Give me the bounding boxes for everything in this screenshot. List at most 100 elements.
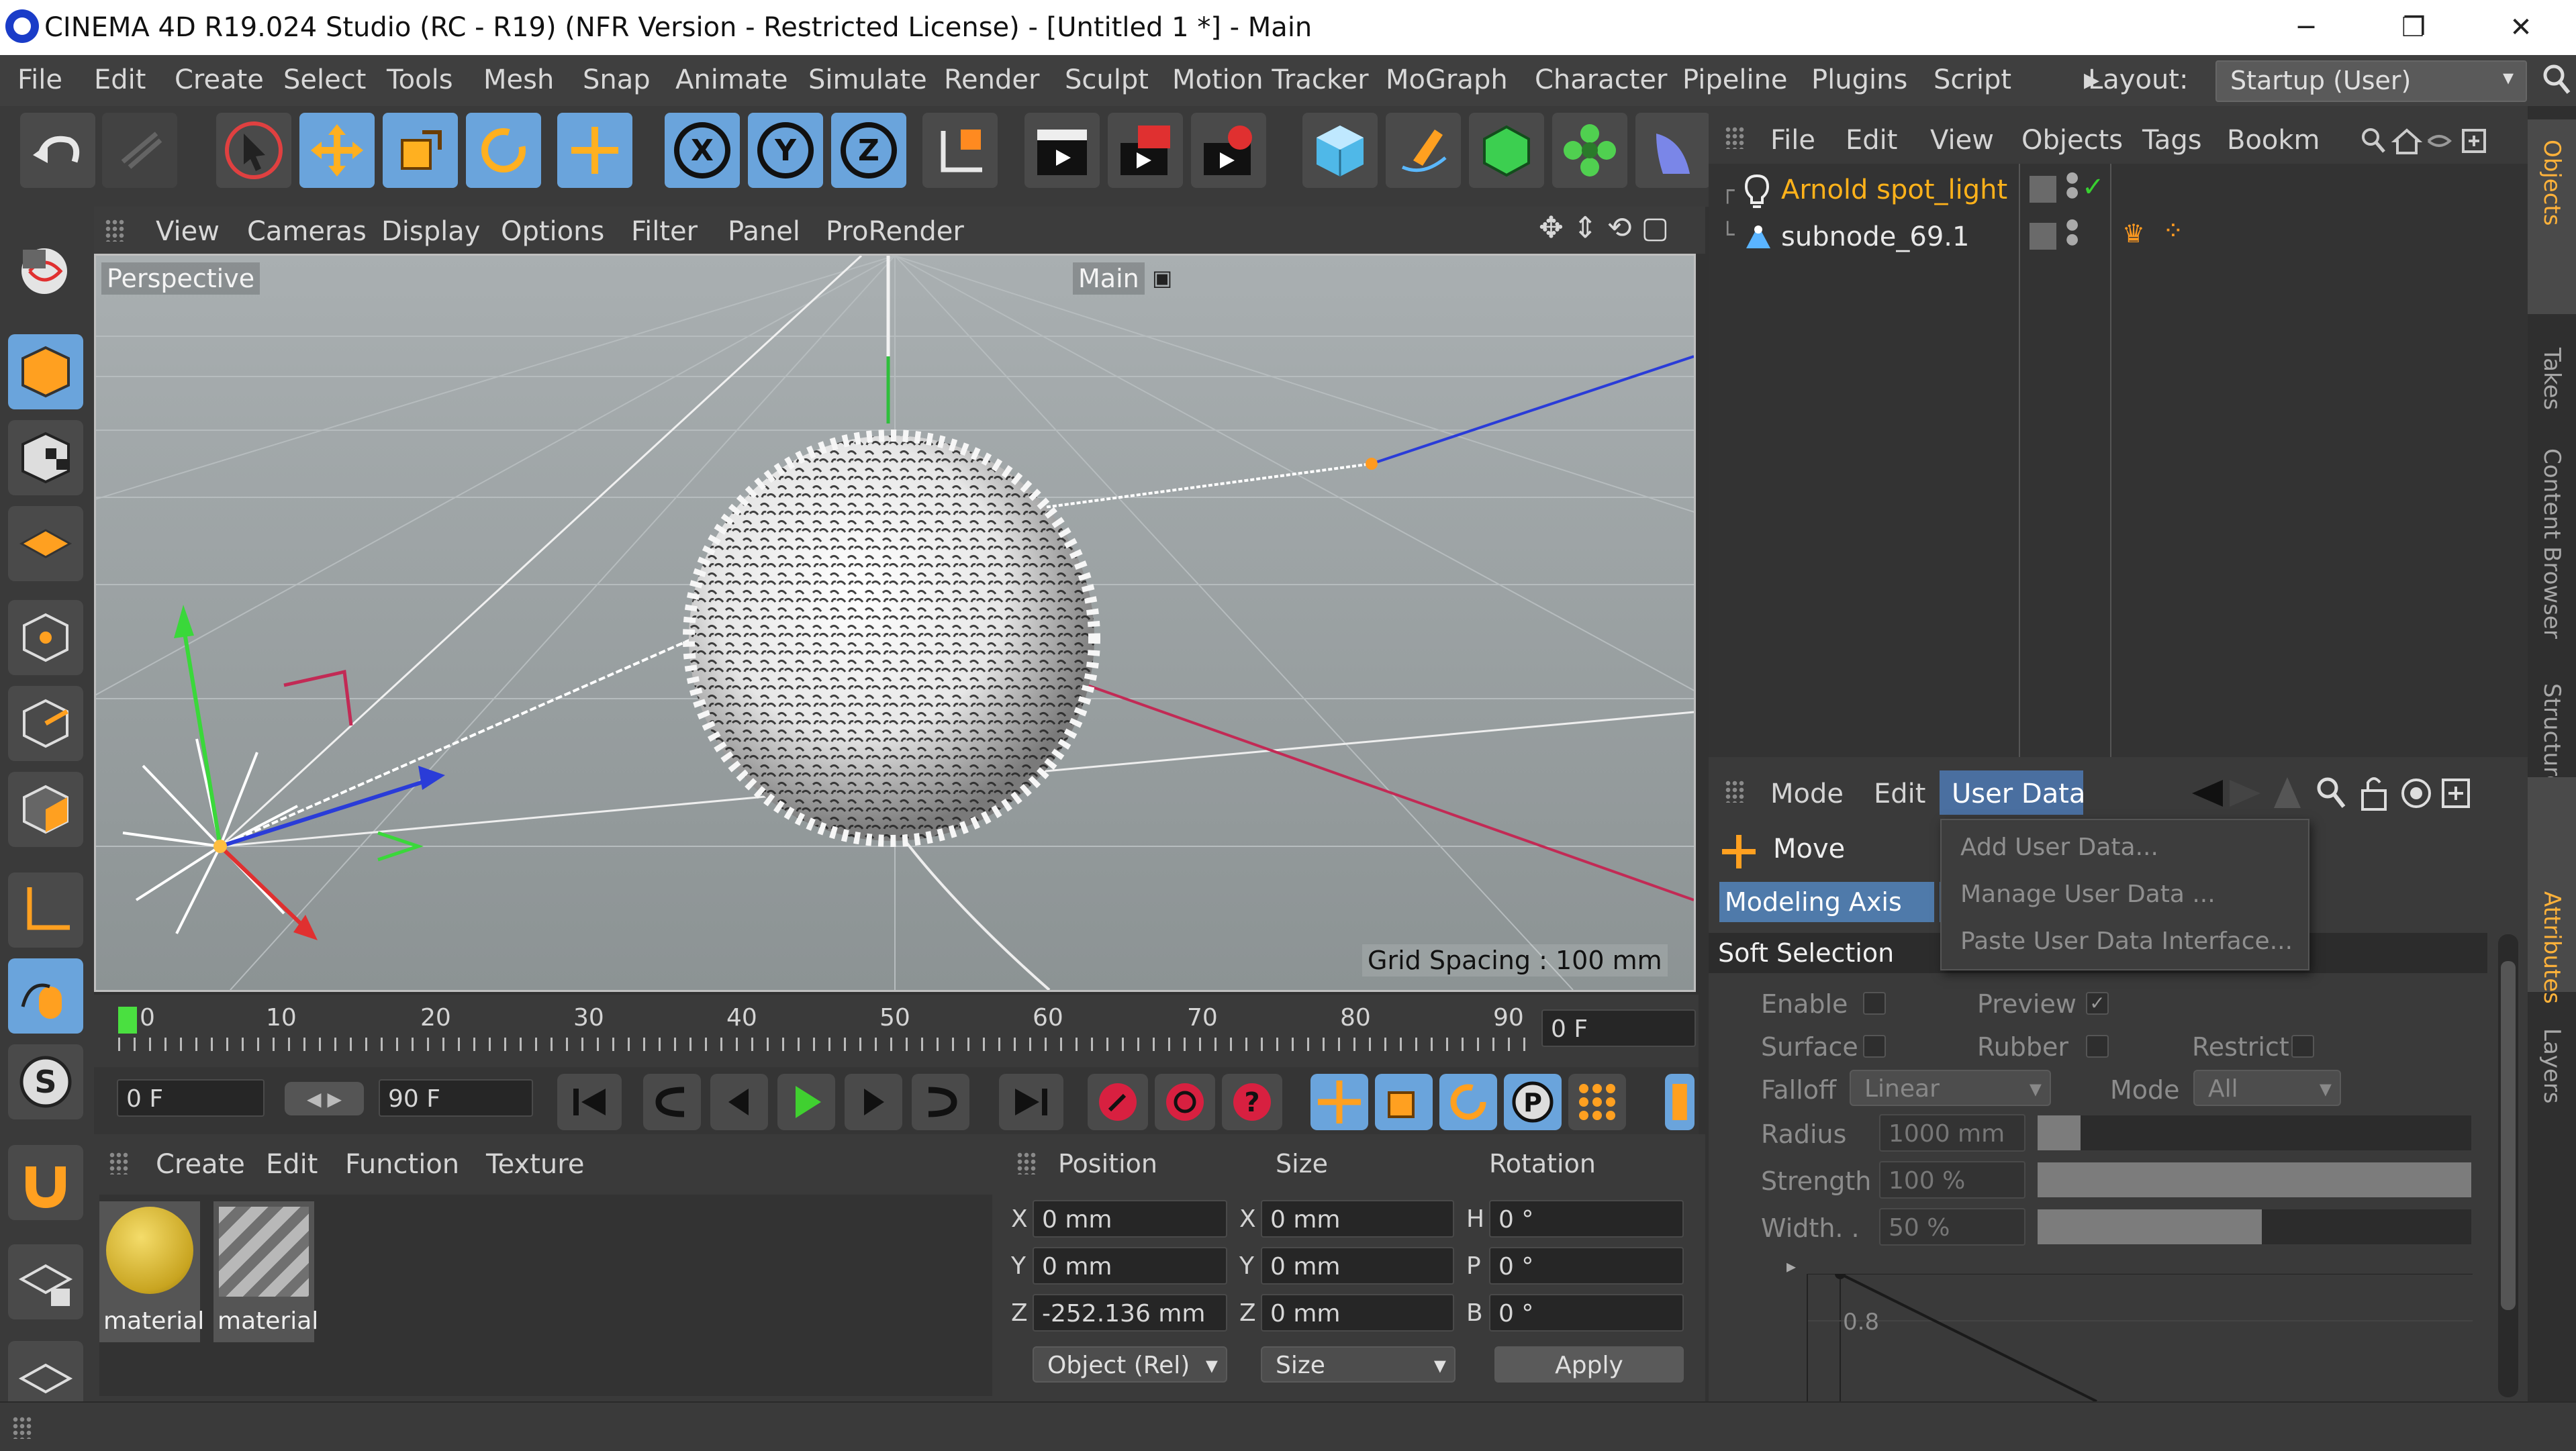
- tweak-mode-button[interactable]: [8, 958, 83, 1034]
- record-parameter-button[interactable]: P: [1504, 1074, 1562, 1130]
- y-axis-lock-button[interactable]: Y: [748, 113, 823, 188]
- width-field[interactable]: 50 %: [1879, 1208, 2025, 1246]
- layer-color-swatch[interactable]: [2030, 176, 2056, 203]
- material-menu-texture[interactable]: Texture: [486, 1149, 584, 1180]
- points-mode-button[interactable]: [8, 600, 83, 675]
- object-menu-tags[interactable]: Tags: [2142, 125, 2202, 156]
- object-menu-objects[interactable]: Objects: [2021, 125, 2123, 156]
- record-rotation-button[interactable]: [1439, 1074, 1497, 1130]
- menu-character[interactable]: Character: [1535, 64, 1667, 95]
- render-view-button[interactable]: [1024, 113, 1100, 188]
- next-frame-button[interactable]: [845, 1074, 902, 1130]
- layout-select[interactable]: Startup (User) ▾: [2215, 60, 2527, 102]
- snap-button[interactable]: [8, 1145, 83, 1220]
- radius-slider[interactable]: [2038, 1115, 2471, 1150]
- goto-start-button[interactable]: [557, 1074, 622, 1130]
- subdivision-surface-button[interactable]: [1469, 113, 1544, 188]
- eye-icon[interactable]: [2427, 135, 2452, 147]
- coordinate-system-button[interactable]: [922, 113, 998, 188]
- redo-button[interactable]: [102, 113, 177, 188]
- material-swatch-hatched[interactable]: material: [213, 1201, 318, 1342]
- new-window-icon[interactable]: [2462, 129, 2486, 153]
- scale-tool-button[interactable]: [383, 113, 458, 188]
- arnold-tag-icon[interactable]: ♛: [2122, 219, 2145, 248]
- scrollbar-thumb[interactable]: [2501, 961, 2516, 1310]
- panel-grip[interactable]: [105, 219, 125, 242]
- back-arrow-icon[interactable]: [2192, 780, 2223, 807]
- menu-render[interactable]: Render: [944, 64, 1039, 95]
- mode-select[interactable]: All ▾: [2193, 1070, 2341, 1106]
- viewport-name-label[interactable]: Perspective: [101, 262, 260, 295]
- size-mode-select[interactable]: Size ▾: [1261, 1346, 1456, 1383]
- viewport-menu-filter[interactable]: Filter: [631, 216, 698, 247]
- make-editable-button[interactable]: [8, 234, 83, 309]
- panel-grip[interactable]: [109, 1152, 129, 1174]
- preview-checkbox[interactable]: ✓: [2086, 992, 2109, 1015]
- menu-motion-tracker[interactable]: Motion Tracker: [1172, 64, 1369, 95]
- lock-icon[interactable]: [2361, 777, 2387, 811]
- menu-add-user-data[interactable]: Add User Data...: [1960, 834, 2158, 861]
- close-button[interactable]: ✕: [2484, 8, 2558, 47]
- visibility-dots-icon[interactable]: ● ●: [2066, 217, 2079, 247]
- menu-file[interactable]: File: [17, 64, 62, 95]
- polygons-mode-button[interactable]: [8, 772, 83, 847]
- model-mode-button[interactable]: [8, 334, 83, 409]
- play-button[interactable]: [777, 1074, 835, 1130]
- viewport-menu-options[interactable]: Options: [501, 216, 604, 247]
- menu-animate[interactable]: Animate: [675, 64, 788, 95]
- menu-plugins[interactable]: Plugins: [1811, 64, 1907, 95]
- visibility-dots-icon[interactable]: ● ●: [2066, 170, 2079, 200]
- search-icon[interactable]: [2362, 128, 2385, 153]
- pen-spline-button[interactable]: [1386, 113, 1461, 188]
- falloff-select[interactable]: Linear ▾: [1850, 1070, 2051, 1106]
- minimize-button[interactable]: ─: [2269, 8, 2343, 47]
- record-scale-button[interactable]: [1375, 1074, 1433, 1130]
- menu-snap[interactable]: Snap: [583, 64, 651, 95]
- light-target-handle[interactable]: [1366, 458, 1378, 470]
- tab-layers[interactable]: Layers: [2528, 1019, 2576, 1126]
- menu-script[interactable]: Script: [1934, 64, 2011, 95]
- graph-expand-icon[interactable]: ▸: [1786, 1255, 1796, 1277]
- cloner-button[interactable]: [1552, 113, 1627, 188]
- tab-objects[interactable]: Objects: [2528, 119, 2576, 314]
- width-slider[interactable]: [2038, 1209, 2471, 1244]
- restrict-checkbox[interactable]: [2291, 1035, 2314, 1058]
- material-menu-function[interactable]: Function: [345, 1149, 459, 1180]
- layer-color-swatch[interactable]: [2030, 223, 2056, 250]
- position-z-field[interactable]: -252.136 mm: [1033, 1294, 1227, 1332]
- strength-field[interactable]: 100 %: [1879, 1161, 2025, 1199]
- rotate-tool-button[interactable]: [466, 113, 541, 188]
- search-icon[interactable]: [2317, 777, 2346, 808]
- tab-modeling-axis[interactable]: Modeling Axis: [1719, 882, 1934, 922]
- playhead-marker[interactable]: [118, 1007, 137, 1034]
- cube-primitive-button[interactable]: [1302, 113, 1378, 188]
- rotation-p-field[interactable]: 0 °: [1489, 1247, 1684, 1285]
- x-axis-lock-button[interactable]: X: [665, 113, 740, 188]
- tab-content-browser[interactable]: Content Browser: [2528, 442, 2576, 663]
- viewport-menu-cameras[interactable]: Cameras: [247, 216, 367, 247]
- panel-grip[interactable]: [12, 1416, 32, 1439]
- surface-checkbox[interactable]: [1863, 1035, 1886, 1058]
- position-x-field[interactable]: 0 mm: [1033, 1200, 1227, 1238]
- material-tag-icon[interactable]: ⁘: [2162, 216, 2184, 246]
- object-menu-bookmarks[interactable]: Bookm: [2227, 125, 2320, 156]
- prev-frame-button[interactable]: [710, 1074, 768, 1130]
- start-frame-field[interactable]: 0 F: [117, 1079, 265, 1117]
- locked-workplane-button[interactable]: [8, 1244, 83, 1319]
- panel-grip[interactable]: [1016, 1152, 1037, 1174]
- rotation-h-field[interactable]: 0 °: [1489, 1200, 1684, 1238]
- viewport-menu-view[interactable]: View: [156, 216, 220, 247]
- object-menu-file[interactable]: File: [1770, 125, 1815, 156]
- prev-key-button[interactable]: [643, 1074, 701, 1130]
- goto-end-button[interactable]: [999, 1074, 1063, 1130]
- timeline-toggle-button[interactable]: [1665, 1074, 1695, 1130]
- strength-slider[interactable]: [2038, 1162, 2471, 1197]
- render-to-picture-viewer-button[interactable]: [1108, 113, 1183, 188]
- range-slider[interactable]: ◀ ▶: [285, 1082, 364, 1115]
- menu-manage-user-data[interactable]: Manage User Data ...: [1960, 881, 2215, 908]
- object-menu-edit[interactable]: Edit: [1846, 125, 1897, 156]
- home-icon[interactable]: [2391, 128, 2423, 154]
- menu-mograph[interactable]: MoGraph: [1386, 64, 1508, 95]
- solo-button[interactable]: S: [8, 1044, 83, 1119]
- menu-sculpt[interactable]: Sculpt: [1065, 64, 1149, 95]
